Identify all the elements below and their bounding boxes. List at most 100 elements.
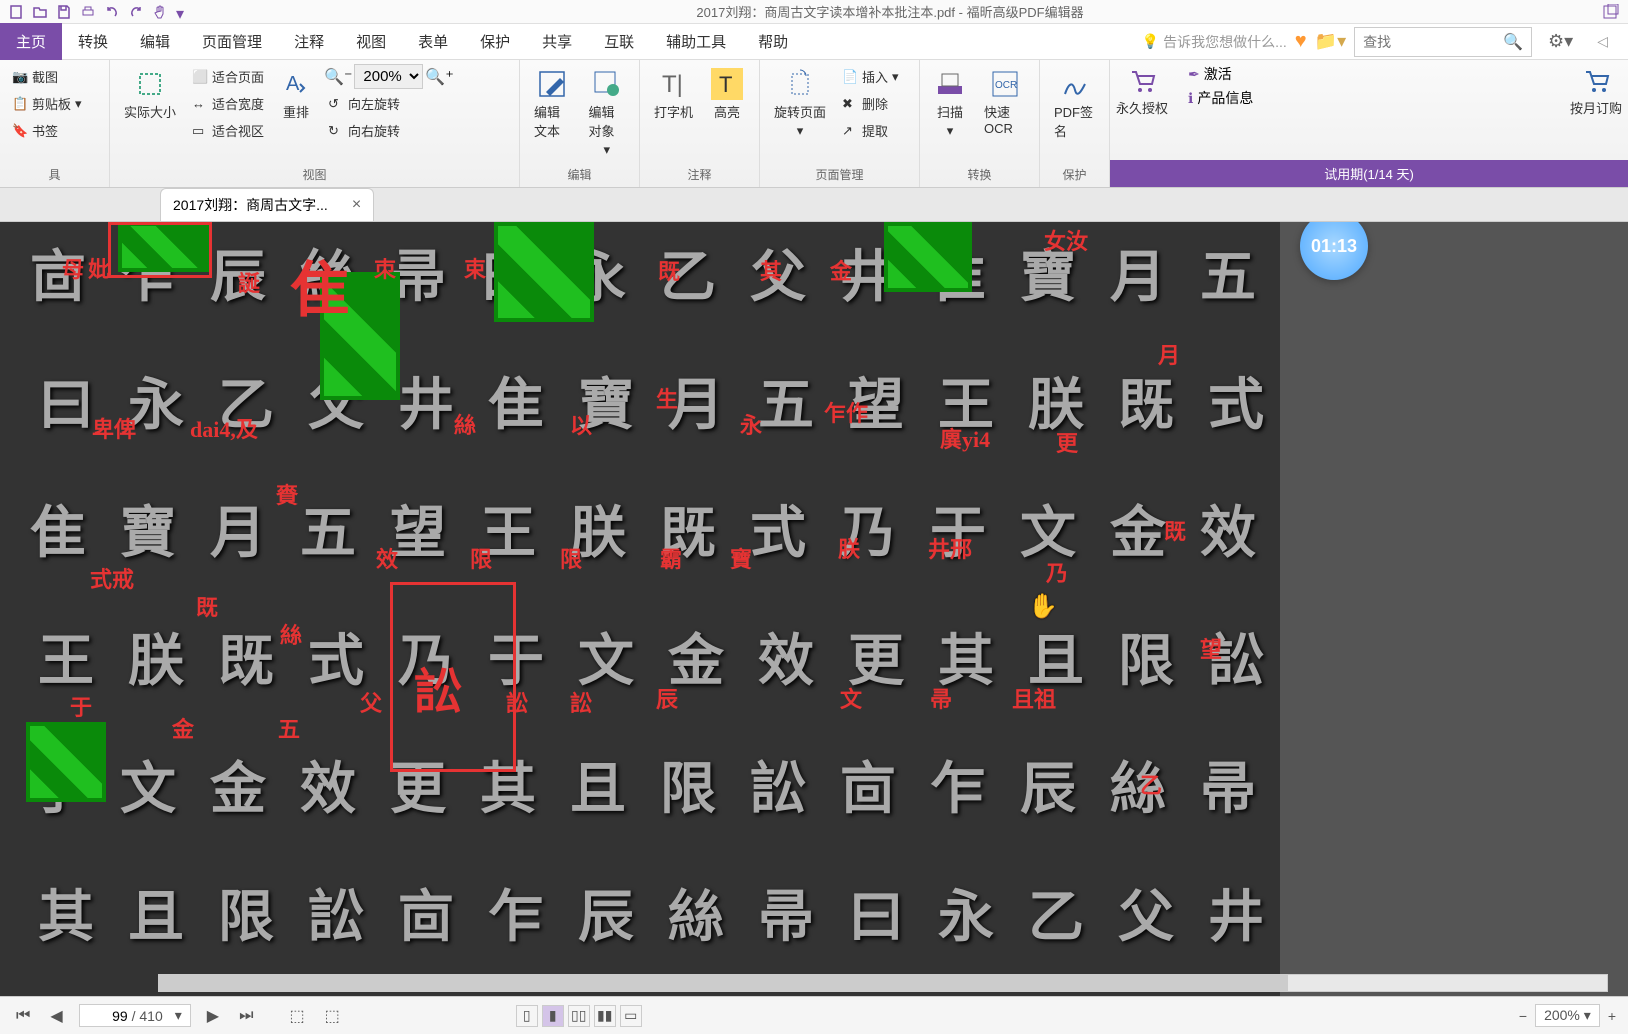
red-annotation: 五 — [278, 712, 300, 744]
next-page-button[interactable]: ▶ — [203, 1002, 223, 1030]
hand-tool-icon[interactable] — [152, 4, 168, 20]
red-annotation: 永 — [740, 408, 762, 440]
fit-visible-button[interactable]: ▭适合视区 — [188, 118, 268, 143]
zoom-select[interactable]: 200% — [354, 64, 423, 89]
cart2-icon — [1580, 64, 1612, 96]
rubbing-glyph: 曰 — [38, 360, 94, 441]
rubbing-glyph: 效 — [300, 744, 356, 825]
heart-icon[interactable]: ♥ — [1295, 30, 1307, 53]
delete-button[interactable]: ✖删除 — [838, 91, 903, 116]
horizontal-scrollbar[interactable] — [158, 974, 1608, 992]
tab-form[interactable]: 表单 — [402, 23, 464, 60]
tab-home[interactable]: 主页 — [0, 23, 62, 60]
dropdown-icon[interactable]: ▾ — [176, 4, 192, 20]
product-info-button[interactable]: ℹ产品信息 — [1188, 88, 1253, 108]
activate-button[interactable]: ✒激活 — [1188, 64, 1232, 84]
facing-view[interactable]: ▯▯ — [568, 1005, 590, 1027]
separate-cover-view[interactable]: ▭ — [620, 1005, 642, 1027]
continuous-facing-view[interactable]: ▮▮ — [594, 1005, 616, 1027]
tab-connect[interactable]: 互联 — [588, 23, 650, 60]
forward-view-button[interactable]: ⬚ — [321, 1002, 344, 1030]
last-page-button[interactable]: ⏭ — [235, 1003, 257, 1029]
rubbing-glyph: 式 — [1208, 360, 1264, 441]
print-icon[interactable] — [80, 4, 96, 20]
open-doc-icon[interactable] — [32, 4, 48, 20]
search-button[interactable]: 🔍 — [1495, 28, 1531, 56]
rubbing-glyph: 乍 — [930, 744, 986, 825]
back-view-button[interactable]: ⬚ — [286, 1002, 309, 1030]
red-annotation: 卑俾 — [92, 412, 136, 444]
red-annotation: 女汝 — [1044, 224, 1088, 256]
redo-icon[interactable] — [128, 4, 144, 20]
group-label-protect: 保护 — [1048, 164, 1101, 183]
actual-size-button[interactable]: 实际大小 — [118, 64, 182, 125]
monthly-subscribe-button[interactable]: 按月订购 — [1564, 60, 1628, 160]
page-dropdown-icon[interactable]: ▾ — [175, 1007, 182, 1024]
save-icon[interactable] — [56, 4, 72, 20]
rotate-left-button[interactable]: ↺向左旋转 — [324, 91, 454, 116]
red-annotation: 金 — [830, 254, 852, 286]
clipboard-button[interactable]: 📋剪贴板▾ — [8, 91, 86, 116]
folder-icon[interactable]: 📁▾ — [1315, 31, 1346, 52]
zoom-out-button[interactable]: − — [1519, 1008, 1527, 1024]
fit-width-button[interactable]: ↔适合宽度 — [188, 91, 268, 116]
rotate-right-button[interactable]: ↻向右旋转 — [324, 118, 454, 143]
close-tab-icon[interactable]: × — [352, 196, 361, 214]
zoom-in-icon[interactable]: 🔍⁺ — [425, 67, 453, 87]
new-doc-icon[interactable] — [8, 4, 24, 20]
single-page-view[interactable]: ▯ — [516, 1005, 538, 1027]
document-tab[interactable]: 2017刘翔：商周古文字... × — [160, 188, 374, 221]
zoom-display[interactable]: 200% ▾ — [1535, 1004, 1600, 1027]
tab-edit[interactable]: 编辑 — [124, 23, 186, 60]
group-label-view: 视图 — [118, 164, 511, 183]
prev-page-button[interactable]: ◀ — [46, 1002, 66, 1030]
tab-convert[interactable]: 转换 — [62, 23, 124, 60]
bookmark-button[interactable]: 🔖书签 — [8, 118, 86, 143]
svg-text:A: A — [286, 73, 300, 95]
zoom-in-button[interactable]: + — [1608, 1008, 1616, 1024]
insert-button[interactable]: 📄插入▾ — [838, 64, 903, 89]
pdf-sign-button[interactable]: PDF签名 — [1048, 64, 1101, 144]
tab-accessibility[interactable]: 辅助工具 — [650, 23, 742, 60]
tab-help[interactable]: 帮助 — [742, 23, 804, 60]
tab-share[interactable]: 共享 — [526, 23, 588, 60]
tab-view[interactable]: 视图 — [340, 23, 402, 60]
highlight-icon: T — [711, 68, 743, 100]
rotate-page-icon — [784, 68, 816, 100]
undo-icon[interactable] — [104, 4, 120, 20]
collapse-ribbon-icon[interactable]: ◁ — [1589, 33, 1616, 50]
quick-ocr-button[interactable]: OCR 快速OCR — [978, 64, 1031, 140]
red-annotation: 乃 — [1046, 556, 1068, 588]
ribbon-group-edit: 编辑文本 编辑对象▾ 编辑 — [520, 60, 640, 187]
extract-button[interactable]: ↗提取 — [838, 118, 903, 143]
continuous-view[interactable]: ▮ — [542, 1005, 564, 1027]
rubbing-glyph: 乍 — [488, 872, 544, 953]
fit-page-button[interactable]: ⬜适合页面 — [188, 64, 268, 89]
perpetual-license-button[interactable]: 永久授权 — [1110, 60, 1174, 160]
settings-gear-icon[interactable]: ⚙▾ — [1540, 31, 1581, 52]
tell-me-search[interactable]: 💡 告诉我您想做什么... — [1142, 32, 1287, 52]
edit-object-button[interactable]: 编辑对象▾ — [583, 64, 632, 162]
document-viewport[interactable]: 01:13 㐭曰隹王于其乍永寶朕文且辰乙月既金限絲父五式效訟帚井望乃更㐭曰隹王于… — [0, 222, 1628, 996]
rubbing-glyph: 井 — [1208, 872, 1264, 953]
scrollbar-thumb[interactable] — [159, 975, 1288, 991]
first-page-button[interactable]: ⏮ — [12, 1003, 34, 1029]
search-input[interactable] — [1355, 30, 1495, 54]
tab-page-mgmt[interactable]: 页面管理 — [186, 23, 278, 60]
fit-width-icon: ↔ — [192, 96, 208, 112]
zoom-out-icon[interactable]: 🔍⁻ — [324, 67, 352, 87]
highlight-button[interactable]: T 高亮 — [705, 64, 749, 125]
window-controls-placeholder — [1580, 4, 1628, 20]
tab-comment[interactable]: 注释 — [278, 23, 340, 60]
typewriter-button[interactable]: T| 打字机 — [648, 64, 699, 125]
edit-text-button[interactable]: 编辑文本 — [528, 64, 577, 144]
rotate-left-icon: ↺ — [328, 96, 344, 112]
scan-button[interactable]: 扫描▾ — [928, 64, 972, 143]
screenshot-button[interactable]: 📷截图 — [8, 64, 86, 89]
red-annotation: 母 — [62, 252, 84, 284]
tab-protect[interactable]: 保护 — [464, 23, 526, 60]
page-input[interactable] — [88, 1008, 128, 1024]
rotate-page-button[interactable]: 旋转页面▾ — [768, 64, 832, 143]
reflow-button[interactable]: A 重排 — [274, 64, 318, 125]
actual-size-icon — [134, 68, 166, 100]
